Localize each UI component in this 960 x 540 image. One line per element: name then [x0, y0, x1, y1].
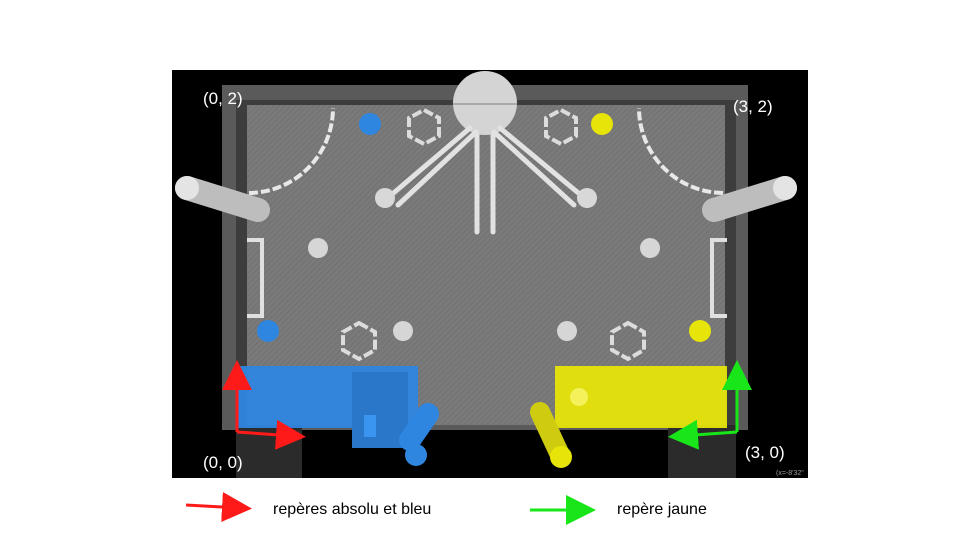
yellow-puck-side — [689, 320, 711, 342]
yellow-puck-top — [591, 113, 613, 135]
puck-bottom-right — [557, 321, 577, 341]
label-top-left: (0, 2) — [203, 89, 243, 108]
puck-left — [308, 238, 328, 258]
legend-red-arrow — [185, 492, 252, 522]
puck-right — [640, 238, 660, 258]
rail-end-left — [375, 188, 395, 208]
legend-red-label: repères absolu et bleu — [273, 501, 432, 518]
robot-field-scene: (0, 2) (3, 2) (0, 0) (3, 0) (x=-8'32" — [172, 70, 808, 525]
puck-bottom-left — [393, 321, 413, 341]
rail-end-right — [577, 188, 597, 208]
label-bottom-right: (3, 0) — [745, 443, 785, 462]
blue-puck-top — [359, 113, 381, 135]
legend-green-label: repère jaune — [617, 501, 707, 518]
timestamp-label: (x=-8'32" — [776, 470, 804, 477]
label-top-right: (3, 2) — [733, 97, 773, 116]
label-bottom-left: (0, 0) — [203, 453, 243, 472]
blue-puck-side — [257, 320, 279, 342]
